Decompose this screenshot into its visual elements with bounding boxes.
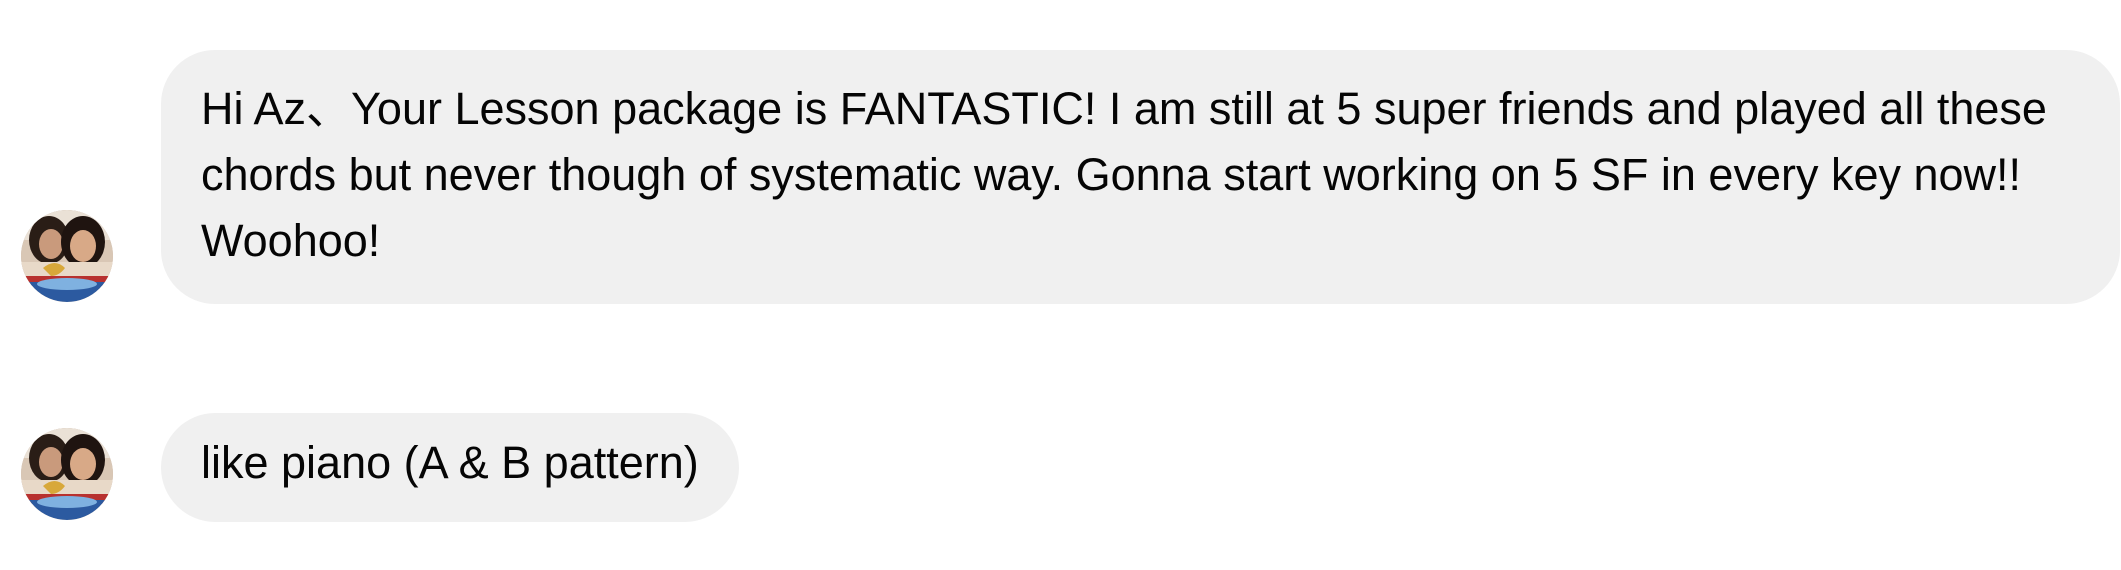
- message-bubble[interactable]: like piano (A & B pattern): [161, 413, 739, 522]
- avatar-photo-icon: [21, 210, 113, 302]
- avatar-photo-icon: [21, 428, 113, 520]
- sender-avatar[interactable]: [21, 428, 113, 520]
- sender-avatar[interactable]: [21, 210, 113, 302]
- message-row: like piano (A & B pattern): [0, 413, 739, 522]
- message-bubble[interactable]: Hi Az、Your Lesson package is FANTASTIC! …: [161, 50, 2120, 304]
- message-row: Hi Az、Your Lesson package is FANTASTIC! …: [0, 50, 2120, 304]
